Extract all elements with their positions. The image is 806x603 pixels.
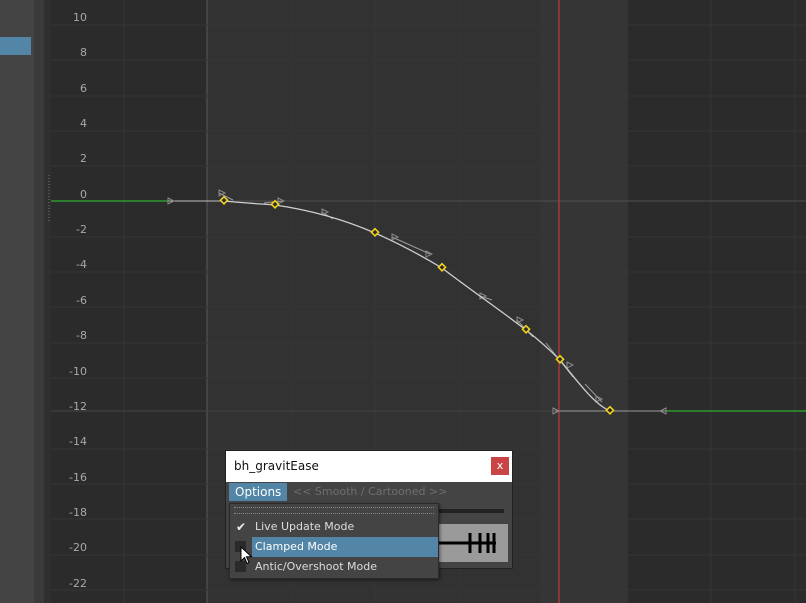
y-tick-label: 0	[80, 188, 87, 201]
dialog-titlebar[interactable]: bh_gravitEase x	[226, 451, 512, 482]
check-icon: ✔	[235, 520, 247, 534]
menu-item-label: Clamped Mode	[255, 540, 338, 553]
y-tick-label: -6	[76, 294, 87, 307]
y-tick-label: -4	[76, 258, 87, 271]
mouse-cursor-icon	[240, 546, 253, 565]
y-tick-label: 10	[73, 11, 87, 24]
y-tick-label: -8	[76, 329, 87, 342]
dialog-menubar: Options << Smooth / Cartooned >>	[226, 482, 512, 502]
y-tick-label: -20	[69, 541, 87, 554]
dialog-title: bh_gravitEase	[234, 459, 319, 473]
ease-slider-track[interactable]	[438, 509, 504, 513]
menu-item-label: Live Update Mode	[255, 520, 355, 533]
y-tick-label: -10	[69, 365, 87, 378]
y-tick-label: 2	[80, 152, 87, 165]
y-tick-label: 6	[80, 82, 87, 95]
playback-range-shade	[540, 0, 628, 603]
menu-item-label: Antic/Overshoot Mode	[255, 560, 378, 573]
y-tick-label: -14	[69, 435, 87, 448]
y-axis-labels: 10 8 6 4 2 0 -2 -4 -6 -8 -10 -12 -14 -16…	[69, 11, 87, 590]
options-menu[interactable]: Options	[229, 483, 288, 501]
y-tick-label: -18	[69, 506, 87, 519]
y-tick-label: -16	[69, 471, 87, 484]
ease-preview-icon	[436, 533, 496, 553]
mode-label: << Smooth / Cartooned >>	[293, 485, 448, 498]
y-tick-label: 8	[80, 46, 87, 59]
ease-preview	[436, 524, 508, 562]
y-tick-label: -22	[69, 577, 87, 590]
y-tick-label: 4	[80, 117, 87, 130]
menu-item-antic-overshoot-mode[interactable]: Antic/Overshoot Mode	[230, 557, 438, 577]
menu-item-clamped-mode[interactable]: Clamped Mode	[252, 537, 438, 557]
options-dropdown: ✔ Live Update Mode Clamped Mode Antic/Ov…	[229, 503, 439, 579]
tear-off-line[interactable]	[234, 507, 434, 514]
y-tick-label: -2	[76, 223, 87, 236]
close-button[interactable]: x	[491, 457, 509, 475]
y-tick-label: -12	[69, 400, 87, 413]
menu-item-live-update-mode[interactable]: ✔ Live Update Mode	[230, 517, 438, 537]
